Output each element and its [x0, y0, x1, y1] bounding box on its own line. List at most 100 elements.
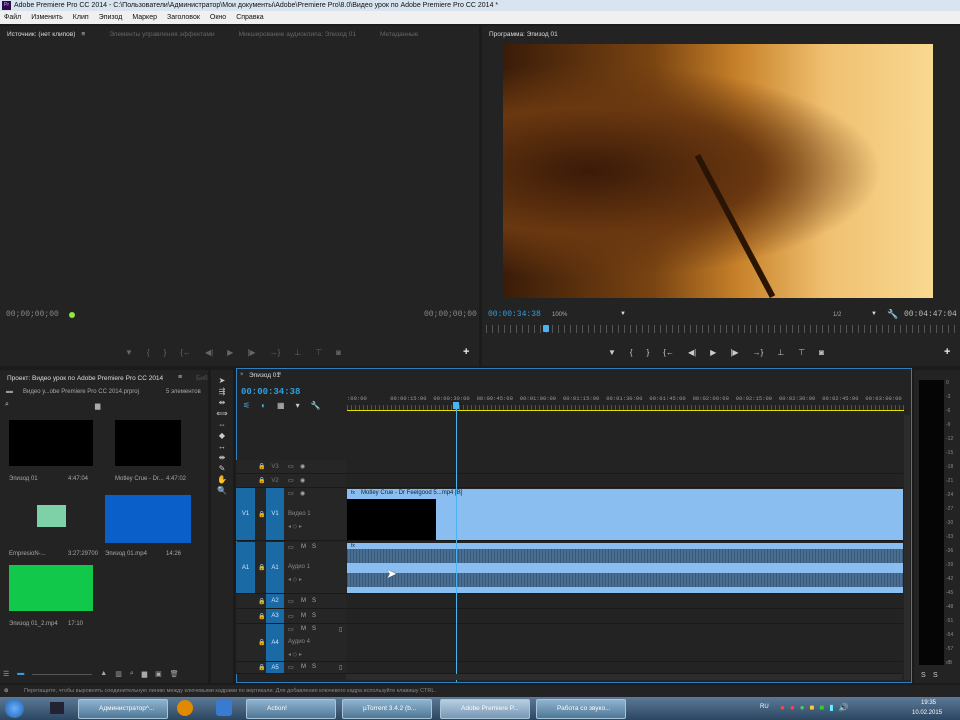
wrench-icon[interactable]: 🔧 [887, 309, 898, 320]
lock-icon[interactable]: 🔒 [258, 664, 265, 671]
wrench-icon[interactable]: 🔧 [311, 401, 321, 410]
tab-sequence[interactable]: Эпизод 01 [249, 372, 280, 379]
video-clip[interactable]: Motley Crue - Dr Feelgood 5...mp4 [В] fx [347, 489, 903, 540]
go-to-out-button[interactable]: →} [270, 348, 281, 357]
add-button[interactable]: + [944, 346, 950, 358]
slip-tool-icon[interactable]: ↔ [218, 442, 226, 451]
mute-button[interactable]: M [301, 598, 306, 604]
toggle-sync-icon[interactable]: ▭ [288, 664, 294, 671]
solo-button[interactable]: S [312, 598, 316, 604]
program-time-ruler[interactable] [486, 325, 956, 333]
marker-button[interactable]: ▼ [608, 348, 616, 357]
list-view-icon[interactable]: ☰ [3, 670, 9, 678]
zoom-tool-icon[interactable]: 🔍 [217, 486, 227, 495]
source-patch[interactable]: V1 [236, 488, 255, 540]
item-thumbnail[interactable] [115, 420, 181, 466]
mute-button[interactable]: M [301, 626, 306, 632]
solo-button[interactable]: S [312, 626, 316, 632]
marker-icon[interactable]: ▾ [296, 401, 300, 410]
tab-library[interactable]: Биб [196, 375, 208, 382]
tab-metadata[interactable]: Метаданные [380, 31, 418, 38]
mute-button[interactable]: M [301, 664, 306, 670]
add-marker-icon[interactable]: ▦ [277, 401, 285, 410]
item-thumbnail[interactable] [9, 565, 93, 611]
solo-left-button[interactable]: S [921, 672, 926, 679]
toggle-sync-icon[interactable]: ▭ [288, 598, 294, 605]
track-target[interactable]: A4 [266, 624, 284, 661]
ripple-tool-icon[interactable]: ⇹ [219, 398, 226, 407]
resolution-select[interactable]: 1/2 [833, 312, 841, 318]
overwrite-button[interactable]: ⊤ [315, 348, 322, 357]
lock-icon[interactable]: 🔒 [258, 598, 265, 605]
play-button[interactable]: ▶ [227, 348, 233, 357]
tab-source[interactable]: Источник: (нет клипов) [7, 31, 75, 38]
track-target[interactable]: V2 [266, 474, 284, 487]
volume-icon[interactable]: 🔊 [839, 703, 849, 712]
extract-button[interactable]: ⊤ [798, 348, 805, 357]
go-to-in-button[interactable]: {← [180, 348, 191, 357]
eye-icon[interactable]: ◉ [300, 463, 305, 470]
add-button[interactable]: + [463, 346, 469, 358]
razor-tool-icon[interactable]: ◆ [219, 431, 225, 440]
playhead-line[interactable] [455, 402, 457, 682]
slide-tool-icon[interactable]: ⇼ [219, 453, 226, 462]
search-icon[interactable]: ⌕ [5, 401, 9, 409]
tray-icon[interactable]: ● [800, 703, 805, 712]
search-icon[interactable]: ⌕ [130, 670, 134, 678]
tray-icon[interactable]: ● [780, 703, 785, 712]
item-thumbnail[interactable] [9, 420, 93, 466]
item-thumbnail[interactable] [105, 495, 191, 543]
track-target[interactable]: V3 [266, 460, 284, 473]
menu-icon[interactable]: ≡ [81, 31, 85, 38]
program-playhead[interactable] [542, 325, 549, 332]
lock-icon[interactable]: 🔒 [258, 463, 265, 470]
start-button[interactable] [5, 699, 24, 718]
new-bin-icon[interactable]: ▆ [142, 670, 147, 678]
chevron-down-icon[interactable]: ▼ [620, 311, 626, 317]
playhead[interactable] [452, 402, 459, 409]
lift-button[interactable]: ⊥ [777, 348, 784, 357]
menu-clip[interactable]: Клип [73, 11, 89, 24]
solo-button[interactable]: S [312, 544, 316, 550]
pen-tool-icon[interactable]: ✎ [219, 464, 226, 473]
menu-file[interactable]: Файл [4, 11, 21, 24]
step-forward-button[interactable]: |▶ [247, 348, 255, 357]
insert-button[interactable]: ⊥ [294, 348, 301, 357]
zoom-slider[interactable] [32, 670, 93, 675]
mark-out-button[interactable]: } [164, 348, 167, 357]
chevron-down-icon[interactable]: ▼ [871, 311, 877, 317]
tab-program[interactable]: Программа: Эпизод 01 [489, 31, 558, 38]
step-forward-button[interactable]: |▶ [730, 348, 738, 357]
menu-window[interactable]: Окно [210, 11, 226, 24]
program-timecode[interactable]: 00:00:34:38 [488, 310, 541, 319]
solo-button[interactable]: S [312, 664, 316, 670]
track-target[interactable]: A1 [266, 542, 284, 593]
clock-date[interactable]: 10.02.2015 [912, 710, 942, 716]
lock-icon[interactable]: 🔒 [258, 477, 265, 484]
language-indicator[interactable]: RU [760, 704, 769, 710]
source-patch[interactable]: A1 [236, 542, 255, 593]
menu-help[interactable]: Справка [236, 11, 263, 24]
keyframe-nav-icon[interactable]: ◂ ◇ ▸ [288, 523, 302, 530]
eye-icon[interactable]: ◉ [300, 477, 305, 484]
clock-time[interactable]: 19:35 [921, 700, 936, 706]
track-target[interactable]: A3 [266, 609, 284, 623]
linked-selection-icon[interactable]: ◐ [261, 401, 266, 410]
lock-icon[interactable]: 🔒 [258, 639, 265, 646]
track-target[interactable]: A5 [266, 662, 284, 673]
track-target[interactable]: V1 [266, 488, 284, 540]
toggle-sync-icon[interactable]: ▭ [288, 477, 294, 484]
item-thumbnail[interactable] [9, 495, 93, 541]
play-button[interactable]: ▶ [710, 348, 716, 357]
toggle-sync-icon[interactable]: ▭ [288, 613, 294, 620]
snap-icon[interactable]: ⚟ [243, 401, 250, 410]
close-icon[interactable]: × [240, 372, 244, 378]
export-frame-button[interactable]: ◙ [819, 348, 824, 357]
tray-icon[interactable]: ● [790, 703, 795, 712]
rolling-tool-icon[interactable]: ⟺ [216, 409, 227, 418]
hand-tool-icon[interactable]: ✋ [217, 475, 227, 484]
track-select-tool-icon[interactable]: ⇶ [219, 387, 226, 396]
timeline-timecode[interactable]: 00:00:34:38 [241, 387, 300, 397]
menu-icon[interactable]: ≡ [178, 374, 182, 381]
toggle-sync-icon[interactable]: ▭ [288, 463, 294, 470]
